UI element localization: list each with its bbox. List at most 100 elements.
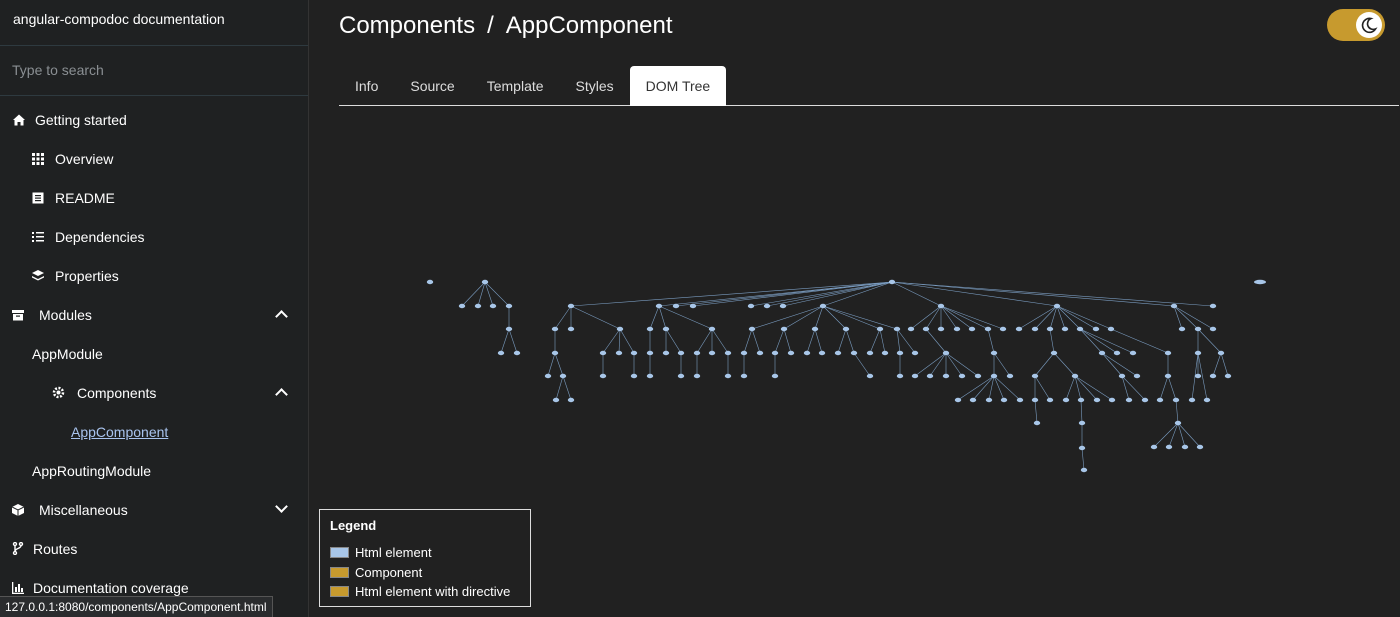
tree-node[interactable] xyxy=(1178,326,1186,332)
sidebar-item-modules[interactable]: Modules xyxy=(0,295,308,334)
sidebar-item-readme[interactable]: README xyxy=(0,178,308,217)
tree-node[interactable] xyxy=(1031,397,1039,403)
tree-node[interactable] xyxy=(779,303,787,309)
tree-node[interactable] xyxy=(968,326,976,332)
tree-node[interactable] xyxy=(552,397,560,403)
tree-node[interactable] xyxy=(763,303,771,309)
tree-node[interactable] xyxy=(1000,397,1008,403)
tree-node[interactable] xyxy=(1224,373,1232,379)
tree-node[interactable] xyxy=(426,279,434,285)
tree-node[interactable] xyxy=(974,373,982,379)
tree-node[interactable] xyxy=(834,350,842,356)
tree-node[interactable] xyxy=(1006,373,1014,379)
tree-node[interactable] xyxy=(677,350,685,356)
tree-node[interactable] xyxy=(893,326,901,332)
tree-node[interactable] xyxy=(942,350,950,356)
tree-node[interactable] xyxy=(458,303,466,309)
tree-node[interactable] xyxy=(985,397,993,403)
tree-node[interactable] xyxy=(811,326,819,332)
tree-node[interactable] xyxy=(1194,350,1202,356)
sidebar-item-overview[interactable]: Overview xyxy=(0,139,308,178)
sidebar-item-components[interactable]: Components xyxy=(0,373,308,412)
tree-node[interactable] xyxy=(999,326,1007,332)
tree-node[interactable] xyxy=(911,350,919,356)
tree-node[interactable] xyxy=(1150,444,1158,450)
tree-node[interactable] xyxy=(771,350,779,356)
tree-node[interactable] xyxy=(1031,373,1039,379)
tree-node[interactable] xyxy=(1254,279,1266,285)
tree-node[interactable] xyxy=(544,373,552,379)
tree-node[interactable] xyxy=(646,326,654,332)
tree-node[interactable] xyxy=(1053,303,1061,309)
tree-node[interactable] xyxy=(567,303,575,309)
tree-node[interactable] xyxy=(953,326,961,332)
tree-node[interactable] xyxy=(1107,326,1115,332)
tree-node[interactable] xyxy=(969,397,977,403)
tree-node[interactable] xyxy=(1209,373,1217,379)
tree-node[interactable] xyxy=(489,303,497,309)
tree-node[interactable] xyxy=(474,303,482,309)
tree-node[interactable] xyxy=(708,350,716,356)
tree-node[interactable] xyxy=(1080,467,1088,473)
tree-node[interactable] xyxy=(1078,445,1086,451)
tree-node[interactable] xyxy=(646,373,654,379)
tree-node[interactable] xyxy=(1209,326,1217,332)
tree-node[interactable] xyxy=(1033,420,1041,426)
tree-node[interactable] xyxy=(1078,420,1086,426)
tree-node[interactable] xyxy=(942,373,950,379)
tree-node[interactable] xyxy=(689,303,697,309)
tree-node[interactable] xyxy=(599,373,607,379)
sidebar-item-getting-started[interactable]: Getting started xyxy=(0,100,308,139)
tree-node[interactable] xyxy=(1174,420,1182,426)
tree-node[interactable] xyxy=(662,326,670,332)
tree-node[interactable] xyxy=(1194,373,1202,379)
tree-node[interactable] xyxy=(505,326,513,332)
tree-node[interactable] xyxy=(818,350,826,356)
chevron-down-icon[interactable] xyxy=(275,500,288,513)
search-input[interactable] xyxy=(12,62,296,78)
sidebar-item-appmodule[interactable]: AppModule xyxy=(0,334,308,373)
tree-node[interactable] xyxy=(481,279,489,285)
tree-node[interactable] xyxy=(1031,326,1039,332)
tree-node[interactable] xyxy=(1217,350,1225,356)
tree-node[interactable] xyxy=(1203,397,1211,403)
sidebar-item-approutingmodule[interactable]: AppRoutingModule xyxy=(0,451,308,490)
tree-node[interactable] xyxy=(907,326,915,332)
tree-node[interactable] xyxy=(990,350,998,356)
tree-node[interactable] xyxy=(888,279,896,285)
tree-node[interactable] xyxy=(1093,397,1101,403)
tree-node[interactable] xyxy=(1016,397,1024,403)
tree-node[interactable] xyxy=(866,350,874,356)
tree-node[interactable] xyxy=(1196,444,1204,450)
tree-node[interactable] xyxy=(740,373,748,379)
tree-node[interactable] xyxy=(922,326,930,332)
tree-node[interactable] xyxy=(630,350,638,356)
tree-node[interactable] xyxy=(1108,397,1116,403)
tree-node[interactable] xyxy=(881,350,889,356)
tree-node[interactable] xyxy=(1092,326,1100,332)
sidebar-item-properties[interactable]: Properties xyxy=(0,256,308,295)
sidebar-item-routes[interactable]: Routes xyxy=(0,529,308,568)
chevron-up-icon[interactable] xyxy=(275,310,288,323)
tree-node[interactable] xyxy=(1077,397,1085,403)
tree-node[interactable] xyxy=(724,373,732,379)
tree-node[interactable] xyxy=(567,326,575,332)
tree-node[interactable] xyxy=(819,303,827,309)
tree-node[interactable] xyxy=(1133,373,1141,379)
tree-node[interactable] xyxy=(896,373,904,379)
tree-node[interactable] xyxy=(1046,326,1054,332)
tree-node[interactable] xyxy=(1062,397,1070,403)
tree-node[interactable] xyxy=(708,326,716,332)
tree-node[interactable] xyxy=(1188,397,1196,403)
tree-node[interactable] xyxy=(756,350,764,356)
tree-node[interactable] xyxy=(803,350,811,356)
tree-node[interactable] xyxy=(513,350,521,356)
tree-node[interactable] xyxy=(984,326,992,332)
chevron-up-icon[interactable] xyxy=(275,388,288,401)
tree-node[interactable] xyxy=(1071,373,1079,379)
tree-node[interactable] xyxy=(990,373,998,379)
tree-node[interactable] xyxy=(896,350,904,356)
tree-node[interactable] xyxy=(1046,397,1054,403)
tree-node[interactable] xyxy=(1181,444,1189,450)
tree-node[interactable] xyxy=(780,326,788,332)
